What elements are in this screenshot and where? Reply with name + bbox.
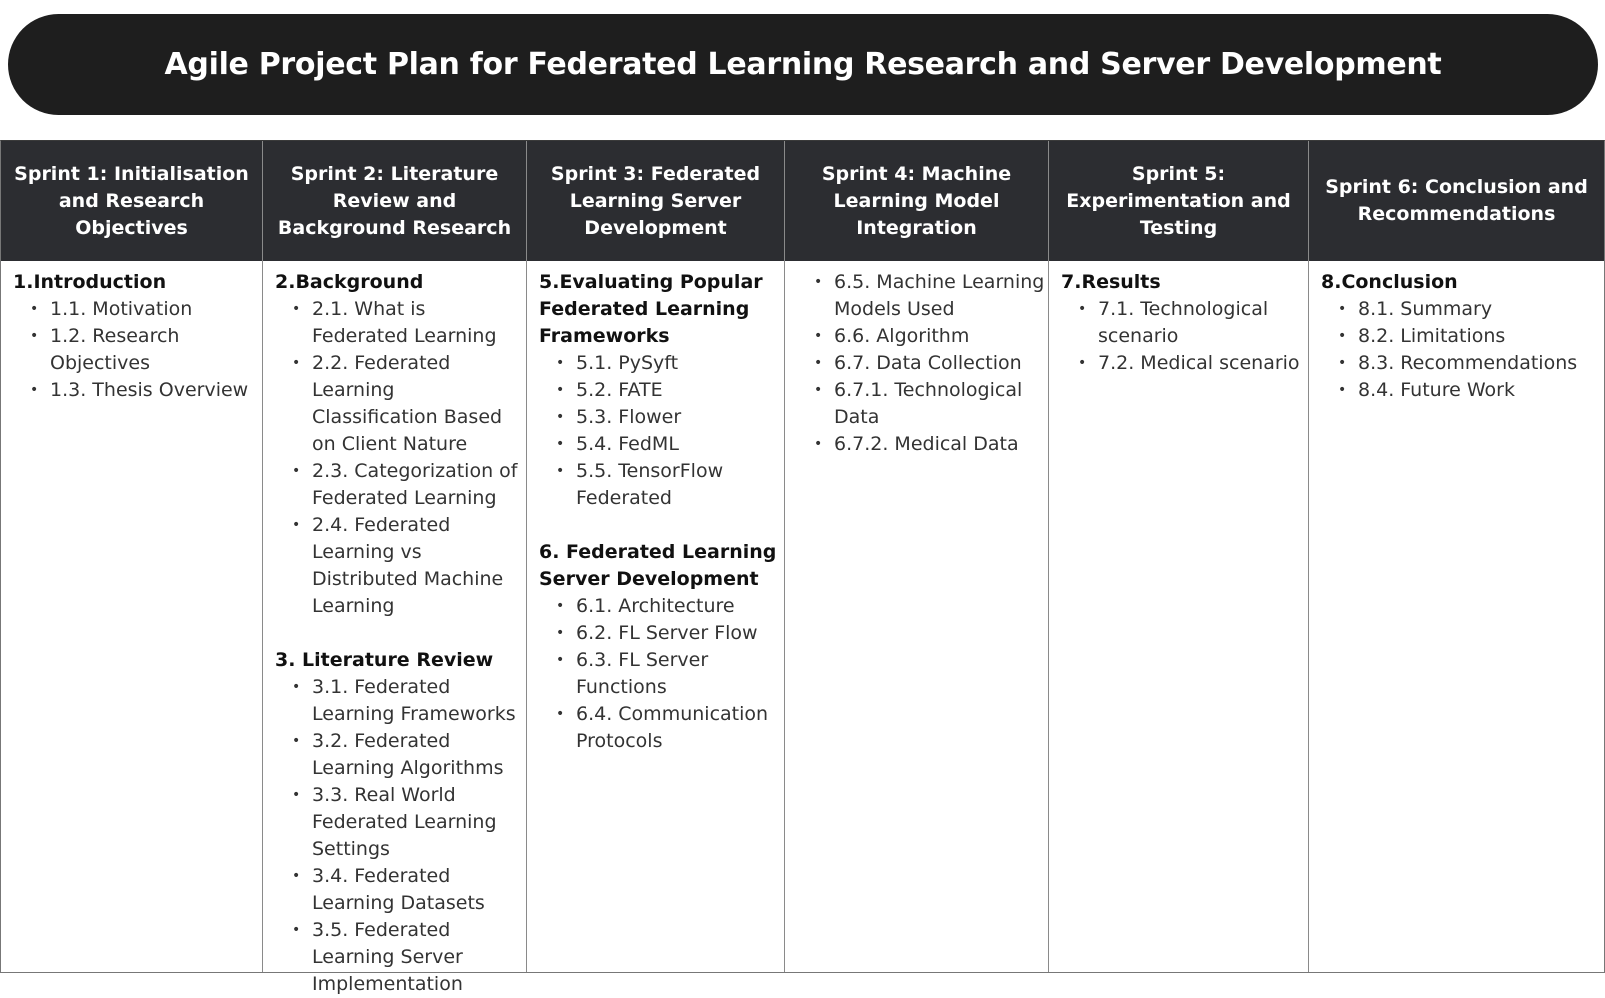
sprint-header: Sprint 1: Initialisation and Research Ob…: [1, 141, 262, 261]
sprint-column-6: Sprint 6: Conclusion and Recommendations…: [1309, 141, 1604, 972]
section-title: 8.Conclusion: [1321, 271, 1458, 293]
list-item: 5.2. FATE: [556, 377, 784, 404]
list-item: 5.4. FedML: [556, 431, 784, 458]
list-item: 8.1. Summary: [1338, 296, 1604, 323]
list-item: 6.5. Machine Learning Models Used: [814, 269, 1048, 323]
sprint-column-3: Sprint 3: Federated Learning Server Deve…: [527, 141, 785, 972]
list-item: 1.1. Motivation: [30, 296, 262, 323]
section-item-list: 1.1. Motivation1.2. Research Objectives1…: [13, 296, 262, 404]
section-item-list: 3.1. Federated Learning Frameworks3.2. F…: [275, 674, 526, 998]
sprint-header: Sprint 6: Conclusion and Recommendations: [1309, 141, 1604, 261]
section-item-list: 5.1. PySyft5.2. FATE5.3. Flower5.4. FedM…: [539, 350, 784, 512]
list-item: 6.4. Communication Protocols: [556, 701, 784, 755]
sprint-body: 7.Results 7.1. Technological scenario7.2.…: [1049, 261, 1308, 377]
list-item: 7.2. Medical scenario: [1078, 350, 1308, 377]
list-item: 2.3. Categorization of Federated Learnin…: [292, 458, 526, 512]
sprint-table: Sprint 1: Initialisation and Research Ob…: [0, 140, 1605, 995]
sprint-body: 6.5. Machine Learning Models Used6.6. Al…: [785, 261, 1048, 458]
list-item: 6.3. FL Server Functions: [556, 647, 784, 701]
section-item-list: 8.1. Summary8.2. Limitations8.3. Recomme…: [1321, 296, 1604, 404]
list-item: 2.1. What is Federated Learning: [292, 296, 526, 350]
section-item-list: 6.1. Architecture6.2. FL Server Flow6.3.…: [539, 593, 784, 755]
list-item: 2.2. Federated Learning Classification B…: [292, 350, 526, 458]
sprint-column-4: Sprint 4: Machine Learning Model Integra…: [785, 141, 1049, 972]
list-item: 8.2. Limitations: [1338, 323, 1604, 350]
sprint-column-2: Sprint 2: Literature Review and Backgrou…: [263, 141, 527, 995]
list-item: 3.2. Federated Learning Algorithms: [292, 728, 526, 782]
list-item: 6.7.1. Technological Data: [814, 377, 1048, 431]
list-item: 1.3. Thesis Overview: [30, 377, 262, 404]
section-item-list: 6.5. Machine Learning Models Used6.6. Al…: [797, 269, 1048, 458]
section-title: 2.Background: [275, 271, 424, 293]
list-item: 7.1. Technological scenario: [1078, 296, 1308, 350]
section-title: 5.Evaluating Popular Federated Learning …: [539, 271, 763, 347]
list-item: 8.3. Recommendations: [1338, 350, 1604, 377]
sprint-header: Sprint 4: Machine Learning Model Integra…: [785, 141, 1048, 261]
section-item-list: 7.1. Technological scenario7.2. Medical …: [1061, 296, 1308, 377]
page-title: Agile Project Plan for Federated Learnin…: [164, 47, 1442, 82]
list-item: 6.7. Data Collection: [814, 350, 1048, 377]
list-item: 5.1. PySyft: [556, 350, 784, 377]
list-item: 5.5. TensorFlow Federated: [556, 458, 784, 512]
section-title: 6. Federated Learning Server Development: [539, 541, 777, 590]
sprint-body: 5.Evaluating Popular Federated Learning …: [527, 261, 784, 755]
list-item: 6.6. Algorithm: [814, 323, 1048, 350]
list-item: 3.1. Federated Learning Frameworks: [292, 674, 526, 728]
list-item: 6.1. Architecture: [556, 593, 784, 620]
list-item: 6.7.2. Medical Data: [814, 431, 1048, 458]
list-item: 1.2. Research Objectives: [30, 323, 262, 377]
section-title: 3. Literature Review: [275, 649, 494, 671]
sprint-header: Sprint 3: Federated Learning Server Deve…: [527, 141, 784, 261]
sprint-body: 8.Conclusion 8.1. Summary8.2. Limitations…: [1309, 261, 1604, 404]
list-item: 2.4. Federated Learning vs Distributed M…: [292, 512, 526, 620]
sprint-body: 2.Background 2.1. What is Federated Learn…: [263, 261, 526, 998]
list-item: 8.4. Future Work: [1338, 377, 1604, 404]
list-item: 6.2. FL Server Flow: [556, 620, 784, 647]
sprint-header: Sprint 2: Literature Review and Backgrou…: [263, 141, 526, 261]
list-item: 3.5. Federated Learning Server Implement…: [292, 917, 526, 998]
section-title: 7.Results: [1061, 271, 1161, 293]
sprint-header: Sprint 5: Experimentation and Testing: [1049, 141, 1308, 261]
sprint-column-5: Sprint 5: Experimentation and Testing 7.…: [1049, 141, 1309, 972]
list-item: 5.3. Flower: [556, 404, 784, 431]
section-item-list: 2.1. What is Federated Learning2.2. Fede…: [275, 296, 526, 620]
title-banner: Agile Project Plan for Federated Learnin…: [8, 14, 1598, 115]
sprint-body: 1.Introduction 1.1. Motivation1.2. Resear…: [1, 261, 262, 404]
list-item: 3.3. Real World Federated Learning Setti…: [292, 782, 526, 863]
sprint-column-1: Sprint 1: Initialisation and Research Ob…: [1, 141, 263, 972]
section-title: 1.Introduction: [13, 271, 167, 293]
list-item: 3.4. Federated Learning Datasets: [292, 863, 526, 917]
